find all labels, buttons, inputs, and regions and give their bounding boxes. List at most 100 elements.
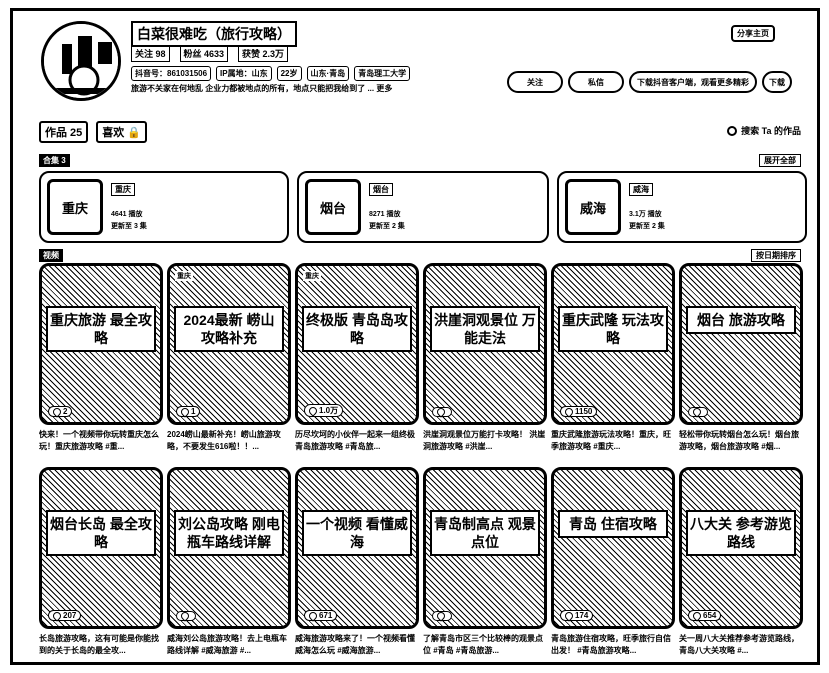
video-like-count: 1150: [575, 407, 593, 416]
collection-thumb: 重庆: [47, 179, 103, 235]
video-cover[interactable]: 烟台长岛 最全攻略 207: [39, 467, 163, 629]
video-card[interactable]: 重庆 2024最新 崂山攻略补充 1 2024崂山最新补充！崂山旅游攻略，不要发生61…: [167, 263, 291, 455]
profile-bio[interactable]: 旅游不关家在何地乱 企业力都被地点的所有，地点只能把我给到了 ... 更多: [131, 83, 392, 94]
collection-card[interactable]: 重庆 重庆 4641 播放 更新至 3 集: [39, 171, 289, 243]
video-like-count: 654: [703, 611, 717, 620]
video-cover[interactable]: 一个视频 看懂威海 671: [295, 467, 419, 629]
video-cover[interactable]: 重庆旅游 最全攻略 2: [39, 263, 163, 425]
video-like-count: 2: [63, 407, 68, 416]
video-cover[interactable]: 洪崖洞观景位 万能走法: [423, 263, 547, 425]
stat-followers[interactable]: 粉丝 4633: [179, 45, 229, 62]
collection-title: 威海: [629, 183, 653, 196]
profile-actions: 关注 私信 下载抖音客户端，观看更多精彩 下载: [507, 71, 792, 93]
collection-meta: 3.1万 播放 更新至 2 集: [629, 209, 665, 233]
heart-icon: [51, 405, 63, 418]
video-cover-title: 重庆武隆 玩法攻略: [558, 306, 668, 352]
video-cover-title: 烟台长岛 最全攻略: [46, 510, 156, 556]
video-cover[interactable]: 刘公岛攻略 刚电瓶车路线详解: [167, 467, 291, 629]
search-works-label: 搜索 Ta 的作品: [741, 126, 801, 136]
collections-expand[interactable]: 展开全部: [759, 154, 801, 167]
heart-icon: [307, 609, 319, 622]
share-profile-button[interactable]: 分享主页: [731, 25, 775, 42]
heart-icon: [179, 610, 191, 622]
video-caption[interactable]: 关一周八大关推荐参考游览路线，青岛八大关攻略 #...: [679, 633, 803, 659]
videos-sort[interactable]: 按日期排序: [751, 249, 801, 262]
video-caption[interactable]: 重庆武隆旅游玩法攻略！重庆，旺季旅游攻略 #重庆...: [551, 429, 675, 455]
video-like-count: 671: [319, 611, 333, 620]
collection-plays: 4641 播放: [111, 211, 143, 218]
video-caption[interactable]: 威海刘公岛旅游攻略！去上电瓶车路线详解 #威海旅游 #...: [167, 633, 291, 659]
video-card[interactable]: 八大关 参考游览路线 654 关一周八大关推荐参考游览路线，青岛八大关攻略 #...: [679, 467, 803, 659]
download-client-banner[interactable]: 下载抖音客户端，观看更多精彩: [629, 71, 757, 93]
video-cover[interactable]: 青岛制高点 观景点位: [423, 467, 547, 629]
video-likes: [176, 610, 196, 622]
page-frame: 白菜很难吃（旅行攻略） 关注 98 粉丝 4633 获赞 2.3万 抖音号：86…: [10, 8, 820, 665]
profile-stats: 关注 98 粉丝 4633 获赞 2.3万: [131, 45, 289, 62]
collection-plays: 8271 播放: [369, 211, 401, 218]
video-caption[interactable]: 2024崂山最新补充！崂山旅游攻略，不要发生616啦！！...: [167, 429, 291, 455]
collections-label: 合集 3: [39, 154, 70, 167]
video-caption[interactable]: 洪崖洞观景位万能打卡攻略！ 洪崖洞旅游攻略 #洪崖...: [423, 429, 547, 455]
video-cover-title: 一个视频 看懂威海: [302, 510, 412, 556]
download-button[interactable]: 下载: [762, 71, 792, 93]
video-card[interactable]: 青岛制高点 观景点位了解青岛市区三个比较棒的观景点位 #青岛 #青岛旅游...: [423, 467, 547, 659]
video-likes: [688, 406, 708, 418]
profile-name: 白菜很难吃（旅行攻略）: [131, 21, 297, 47]
video-caption[interactable]: 青岛旅游住宿攻略，旺季旅行自信出发！ #青岛旅游攻略...: [551, 633, 675, 659]
collection-thumb: 威海: [565, 179, 621, 235]
video-card[interactable]: 重庆武隆 玩法攻略 1150 重庆武隆旅游玩法攻略！重庆，旺季旅游攻略 #重庆...: [551, 263, 675, 455]
heart-icon: [691, 609, 703, 622]
video-cover-title: 青岛 住宿攻略: [558, 510, 668, 538]
tab-works[interactable]: 作品 25: [39, 121, 89, 143]
videos-label: 视频: [39, 249, 63, 262]
tab-likes[interactable]: 喜欢 🔒: [96, 121, 148, 143]
heart-icon: [563, 609, 575, 622]
video-caption[interactable]: 长岛旅游攻略，这有可能是你能找到的关于长岛的最全攻...: [39, 633, 163, 659]
message-button[interactable]: 私信: [568, 71, 624, 93]
video-cover[interactable]: 八大关 参考游览路线 654: [679, 467, 803, 629]
video-caption[interactable]: 威海旅游攻略来了！一个视频看懂威海怎么玩 #威海旅游...: [295, 633, 419, 659]
video-caption[interactable]: 轻松带你玩转烟台怎么玩！烟台旅游攻略，烟台旅游攻略 #烟...: [679, 429, 803, 455]
heart-icon: [51, 609, 63, 622]
video-cover[interactable]: 青岛 住宿攻略 174: [551, 467, 675, 629]
video-likes: 207: [48, 609, 82, 622]
video-cover-title: 终极版 青岛岛攻略: [302, 306, 412, 352]
douyin-id: 抖音号：861031506: [131, 66, 212, 81]
video-card[interactable]: 刘公岛攻略 刚电瓶车路线详解威海刘公岛旅游攻略！去上电瓶车路线详解 #威海旅游 …: [167, 467, 291, 659]
video-like-count: 174: [575, 611, 589, 620]
video-like-count: 1.0万: [319, 406, 339, 415]
video-card[interactable]: 一个视频 看懂威海 671 威海旅游攻略来了！一个视频看懂威海怎么玩 #威海旅游..…: [295, 467, 419, 659]
collection-meta: 8271 播放 更新至 2 集: [369, 209, 405, 233]
video-likes: 654: [688, 609, 722, 622]
avatar[interactable]: [41, 21, 121, 101]
video-card[interactable]: 烟台 旅游攻略轻松带你玩转烟台怎么玩！烟台旅游攻略，烟台旅游攻略 #烟...: [679, 263, 803, 455]
collection-updated: 更新至 2 集: [629, 223, 665, 230]
video-card[interactable]: 烟台长岛 最全攻略 207 长岛旅游攻略，这有可能是你能找到的关于长岛的最全攻...: [39, 467, 163, 659]
video-caption[interactable]: 了解青岛市区三个比较棒的观景点位 #青岛 #青岛旅游...: [423, 633, 547, 659]
video-card[interactable]: 重庆旅游 最全攻略 2 快来！一个视频带你玩转重庆怎么玩！重庆旅游攻略 #重...: [39, 263, 163, 455]
search-icon: [727, 125, 738, 136]
video-cover[interactable]: 重庆武隆 玩法攻略 1150: [551, 263, 675, 425]
video-cover[interactable]: 重庆 2024最新 崂山攻略补充 1: [167, 263, 291, 425]
profile-info: 抖音号：861031506 IP属地：山东 22岁 山东·青岛 青岛理工大学: [131, 66, 411, 81]
collection-thumb: 烟台: [305, 179, 361, 235]
video-caption[interactable]: 快来！一个视频带你玩转重庆怎么玩！重庆旅游攻略 #重...: [39, 429, 163, 455]
stat-likes: 获赞 2.3万: [238, 45, 289, 62]
collection-card[interactable]: 烟台 烟台 8271 播放 更新至 2 集: [297, 171, 549, 243]
follow-button[interactable]: 关注: [507, 71, 563, 93]
heart-icon: [435, 406, 447, 418]
video-cover[interactable]: 重庆 终极版 青岛岛攻略 1.0万: [295, 263, 419, 425]
region-tag: 山东·青岛: [306, 66, 350, 81]
collection-card[interactable]: 威海 威海 3.1万 播放 更新至 2 集: [557, 171, 807, 243]
video-card[interactable]: 重庆 终极版 青岛岛攻略 1.0万 历尽坎坷的小伙伴一起来一组终极青岛旅游攻略 #青岛…: [295, 263, 419, 455]
video-cover-title: 重庆旅游 最全攻略: [46, 306, 156, 352]
video-card[interactable]: 青岛 住宿攻略 174 青岛旅游住宿攻略，旺季旅行自信出发！ #青岛旅游攻略...: [551, 467, 675, 659]
stat-following[interactable]: 关注 98: [131, 45, 170, 62]
age-tag: 22岁: [276, 66, 302, 81]
video-caption[interactable]: 历尽坎坷的小伙伴一起来一组终极青岛旅游攻略 #青岛旅...: [295, 429, 419, 455]
video-cover-title: 刘公岛攻略 刚电瓶车路线详解: [174, 510, 284, 556]
video-card[interactable]: 洪崖洞观景位 万能走法洪崖洞观景位万能打卡攻略！ 洪崖洞旅游攻略 #洪崖...: [423, 263, 547, 455]
collection-title: 重庆: [111, 183, 135, 196]
video-cover[interactable]: 烟台 旅游攻略: [679, 263, 803, 425]
search-works[interactable]: 搜索 Ta 的作品: [727, 124, 801, 137]
